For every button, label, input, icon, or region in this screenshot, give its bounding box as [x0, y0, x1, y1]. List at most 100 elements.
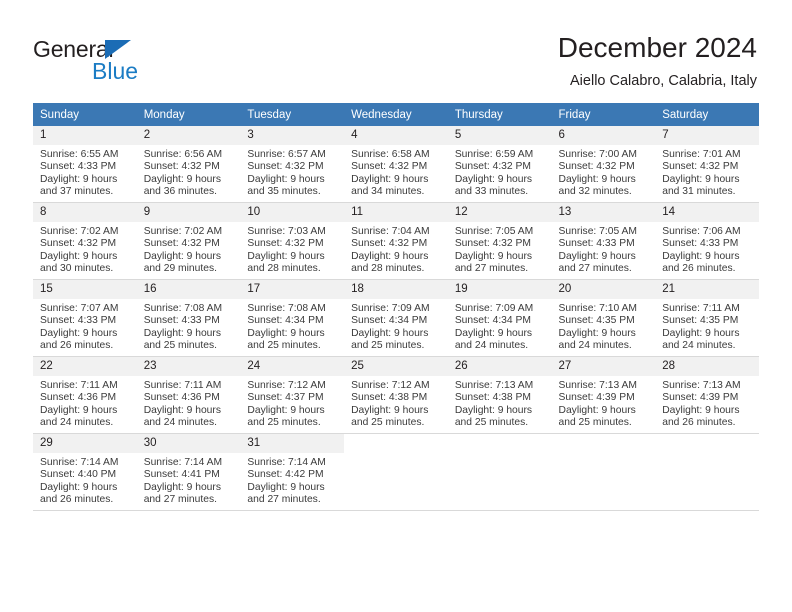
sunrise-text: Sunrise: 6:58 AM — [351, 149, 430, 160]
sunrise-text: Sunrise: 7:04 AM — [351, 226, 430, 237]
day-cell[interactable]: 22 Sunrise: 7:11 AM Sunset: 4:36 PM Dayl… — [33, 356, 137, 434]
sunset-text: Sunset: 4:33 PM — [143, 315, 220, 327]
sunrise-text: Sunrise: 7:07 AM — [40, 303, 119, 314]
day-cell[interactable]: 3 Sunrise: 6:57 AM Sunset: 4:32 PM Dayli… — [240, 126, 345, 203]
day-cell[interactable]: 2 Sunrise: 6:56 AM Sunset: 4:32 PM Dayli… — [136, 126, 241, 203]
day-cell[interactable]: 18 Sunrise: 7:09 AM Sunset: 4:34 PM Dayl… — [344, 279, 448, 357]
day-details: Sunrise: 7:01 AM Sunset: 4:32 PM Dayligh… — [655, 145, 759, 199]
daylight-text-line1: Daylight: 9 hours — [40, 173, 118, 185]
sunset-text: Sunset: 4:32 PM — [143, 161, 220, 173]
day-cell[interactable]: 30 Sunrise: 7:14 AM Sunset: 4:41 PM Dayl… — [136, 433, 241, 511]
day-number: 1 — [33, 126, 137, 145]
sunrise-text: Sunrise: 7:02 AM — [143, 226, 223, 237]
sunrise-text: Sunrise: 7:13 AM — [662, 380, 741, 391]
sunset-text: Sunset: 4:40 PM — [40, 469, 117, 481]
daylight-text-line1: Daylight: 9 hours — [351, 250, 429, 262]
sunset-text: Sunset: 4:32 PM — [351, 238, 428, 250]
day-cell[interactable]: 12 Sunrise: 7:05 AM Sunset: 4:32 PM Dayl… — [447, 202, 552, 280]
daylight-text-line1: Daylight: 9 hours — [40, 327, 118, 339]
day-cell[interactable]: 14 Sunrise: 7:06 AM Sunset: 4:33 PM Dayl… — [655, 202, 759, 280]
daylight-text-line1: Daylight: 9 hours — [143, 327, 221, 339]
day-cell[interactable]: 4 Sunrise: 6:58 AM Sunset: 4:32 PM Dayli… — [344, 126, 448, 203]
day-number: 15 — [33, 280, 137, 299]
day-details: Sunrise: 7:11 AM Sunset: 4:36 PM Dayligh… — [137, 376, 241, 430]
sunset-text: Sunset: 4:41 PM — [143, 469, 220, 481]
daylight-text-line2: and 26 minutes. — [40, 340, 114, 352]
day-number: 30 — [136, 434, 241, 453]
daylight-text-line2: and 30 minutes. — [40, 263, 114, 275]
sunrise-text: Sunrise: 7:02 AM — [40, 226, 119, 237]
sunset-text: Sunset: 4:32 PM — [558, 161, 635, 173]
day-cell[interactable]: 28 Sunrise: 7:13 AM Sunset: 4:39 PM Dayl… — [655, 356, 759, 434]
sunset-text: Sunset: 4:35 PM — [662, 315, 739, 327]
week-row: 15 Sunrise: 7:07 AM Sunset: 4:33 PM Dayl… — [33, 279, 759, 357]
day-cell[interactable]: 31 Sunrise: 7:14 AM Sunset: 4:42 PM Dayl… — [240, 433, 345, 511]
daylight-text-line1: Daylight: 9 hours — [351, 173, 429, 185]
day-cell[interactable]: 21 Sunrise: 7:11 AM Sunset: 4:35 PM Dayl… — [655, 279, 759, 357]
sunset-text: Sunset: 4:39 PM — [558, 392, 635, 404]
day-number: 13 — [551, 203, 656, 222]
daylight-text-line2: and 25 minutes. — [351, 340, 425, 352]
day-details: Sunrise: 7:13 AM Sunset: 4:39 PM Dayligh… — [655, 376, 759, 430]
daylight-text-line2: and 27 minutes. — [558, 263, 632, 275]
day-cell[interactable]: 7 Sunrise: 7:01 AM Sunset: 4:32 PM Dayli… — [655, 126, 759, 203]
daylight-text-line2: and 28 minutes. — [247, 263, 321, 275]
day-cell[interactable]: 11 Sunrise: 7:04 AM Sunset: 4:32 PM Dayl… — [344, 202, 448, 280]
daylight-text-line2: and 25 minutes. — [143, 340, 217, 352]
day-number: 8 — [33, 203, 137, 222]
day-cell[interactable]: 23 Sunrise: 7:11 AM Sunset: 4:36 PM Dayl… — [136, 356, 241, 434]
daylight-text-line1: Daylight: 9 hours — [143, 250, 221, 262]
day-cell[interactable]: 10 Sunrise: 7:03 AM Sunset: 4:32 PM Dayl… — [240, 202, 345, 280]
day-number: 22 — [33, 357, 137, 376]
day-cell[interactable]: 9 Sunrise: 7:02 AM Sunset: 4:32 PM Dayli… — [136, 202, 241, 280]
sunrise-text: Sunrise: 6:56 AM — [143, 149, 223, 160]
day-cell[interactable]: 16 Sunrise: 7:08 AM Sunset: 4:33 PM Dayl… — [136, 279, 241, 357]
day-cell[interactable]: 26 Sunrise: 7:13 AM Sunset: 4:38 PM Dayl… — [447, 356, 552, 434]
daylight-text-line1: Daylight: 9 hours — [247, 327, 325, 339]
day-number: 29 — [33, 434, 137, 453]
daylight-text-line1: Daylight: 9 hours — [662, 327, 740, 339]
day-number: 19 — [447, 280, 552, 299]
sunrise-text: Sunrise: 7:05 AM — [558, 226, 637, 237]
daylight-text-line2: and 27 minutes. — [247, 494, 321, 506]
day-cell[interactable]: 20 Sunrise: 7:10 AM Sunset: 4:35 PM Dayl… — [551, 279, 656, 357]
daylight-text-line2: and 25 minutes. — [454, 417, 529, 429]
day-number: 11 — [344, 203, 448, 222]
logo-text-blue: Blue — [92, 58, 139, 84]
sunset-text: Sunset: 4:36 PM — [143, 392, 220, 404]
day-details: Sunrise: 7:05 AM Sunset: 4:32 PM Dayligh… — [448, 222, 552, 276]
daylight-text-line2: and 24 minutes. — [558, 340, 632, 352]
day-cell[interactable]: 6 Sunrise: 7:00 AM Sunset: 4:32 PM Dayli… — [551, 126, 656, 203]
weekday-header-friday: Friday — [551, 103, 656, 126]
sunrise-text: Sunrise: 7:11 AM — [662, 303, 740, 314]
day-cell[interactable]: 15 Sunrise: 7:07 AM Sunset: 4:33 PM Dayl… — [33, 279, 137, 357]
general-blue-logo[interactable]: General Blue — [33, 36, 253, 88]
day-cell[interactable]: 8 Sunrise: 7:02 AM Sunset: 4:32 PM Dayli… — [33, 202, 137, 280]
daylight-text-line1: Daylight: 9 hours — [247, 404, 325, 416]
day-cell[interactable]: 1 Sunrise: 6:55 AM Sunset: 4:33 PM Dayli… — [33, 126, 137, 203]
sunset-text: Sunset: 4:42 PM — [247, 469, 324, 481]
page-subtitle: Aiello Calabro, Calabria, Italy — [570, 73, 757, 89]
day-number: 16 — [136, 280, 241, 299]
day-cell[interactable]: 25 Sunrise: 7:12 AM Sunset: 4:38 PM Dayl… — [344, 356, 448, 434]
daylight-text-line2: and 26 minutes. — [40, 494, 114, 506]
calendar-body: 1 Sunrise: 6:55 AM Sunset: 4:33 PM Dayli… — [33, 126, 759, 511]
sunrise-text: Sunrise: 7:08 AM — [143, 303, 223, 314]
sunrise-text: Sunrise: 7:14 AM — [40, 457, 119, 468]
sunset-text: Sunset: 4:32 PM — [247, 238, 324, 250]
day-number: 24 — [240, 357, 345, 376]
daylight-text-line2: and 37 minutes. — [40, 186, 114, 198]
sunrise-text: Sunrise: 6:59 AM — [454, 149, 534, 160]
daylight-text-line2: and 26 minutes. — [662, 417, 736, 429]
day-cell[interactable]: 27 Sunrise: 7:13 AM Sunset: 4:39 PM Dayl… — [551, 356, 656, 434]
day-details: Sunrise: 7:13 AM Sunset: 4:38 PM Dayligh… — [448, 376, 552, 430]
day-cell[interactable]: 24 Sunrise: 7:12 AM Sunset: 4:37 PM Dayl… — [240, 356, 345, 434]
day-cell[interactable]: 5 Sunrise: 6:59 AM Sunset: 4:32 PM Dayli… — [447, 126, 552, 203]
day-cell[interactable]: 19 Sunrise: 7:09 AM Sunset: 4:34 PM Dayl… — [447, 279, 552, 357]
sunset-text: Sunset: 4:33 PM — [662, 238, 739, 250]
day-cell[interactable]: 13 Sunrise: 7:05 AM Sunset: 4:33 PM Dayl… — [551, 202, 656, 280]
sunrise-text: Sunrise: 7:00 AM — [558, 149, 637, 160]
day-cell[interactable]: 17 Sunrise: 7:08 AM Sunset: 4:34 PM Dayl… — [240, 279, 345, 357]
day-cell[interactable]: 29 Sunrise: 7:14 AM Sunset: 4:40 PM Dayl… — [33, 433, 137, 511]
sunrise-text: Sunrise: 7:13 AM — [454, 380, 534, 391]
